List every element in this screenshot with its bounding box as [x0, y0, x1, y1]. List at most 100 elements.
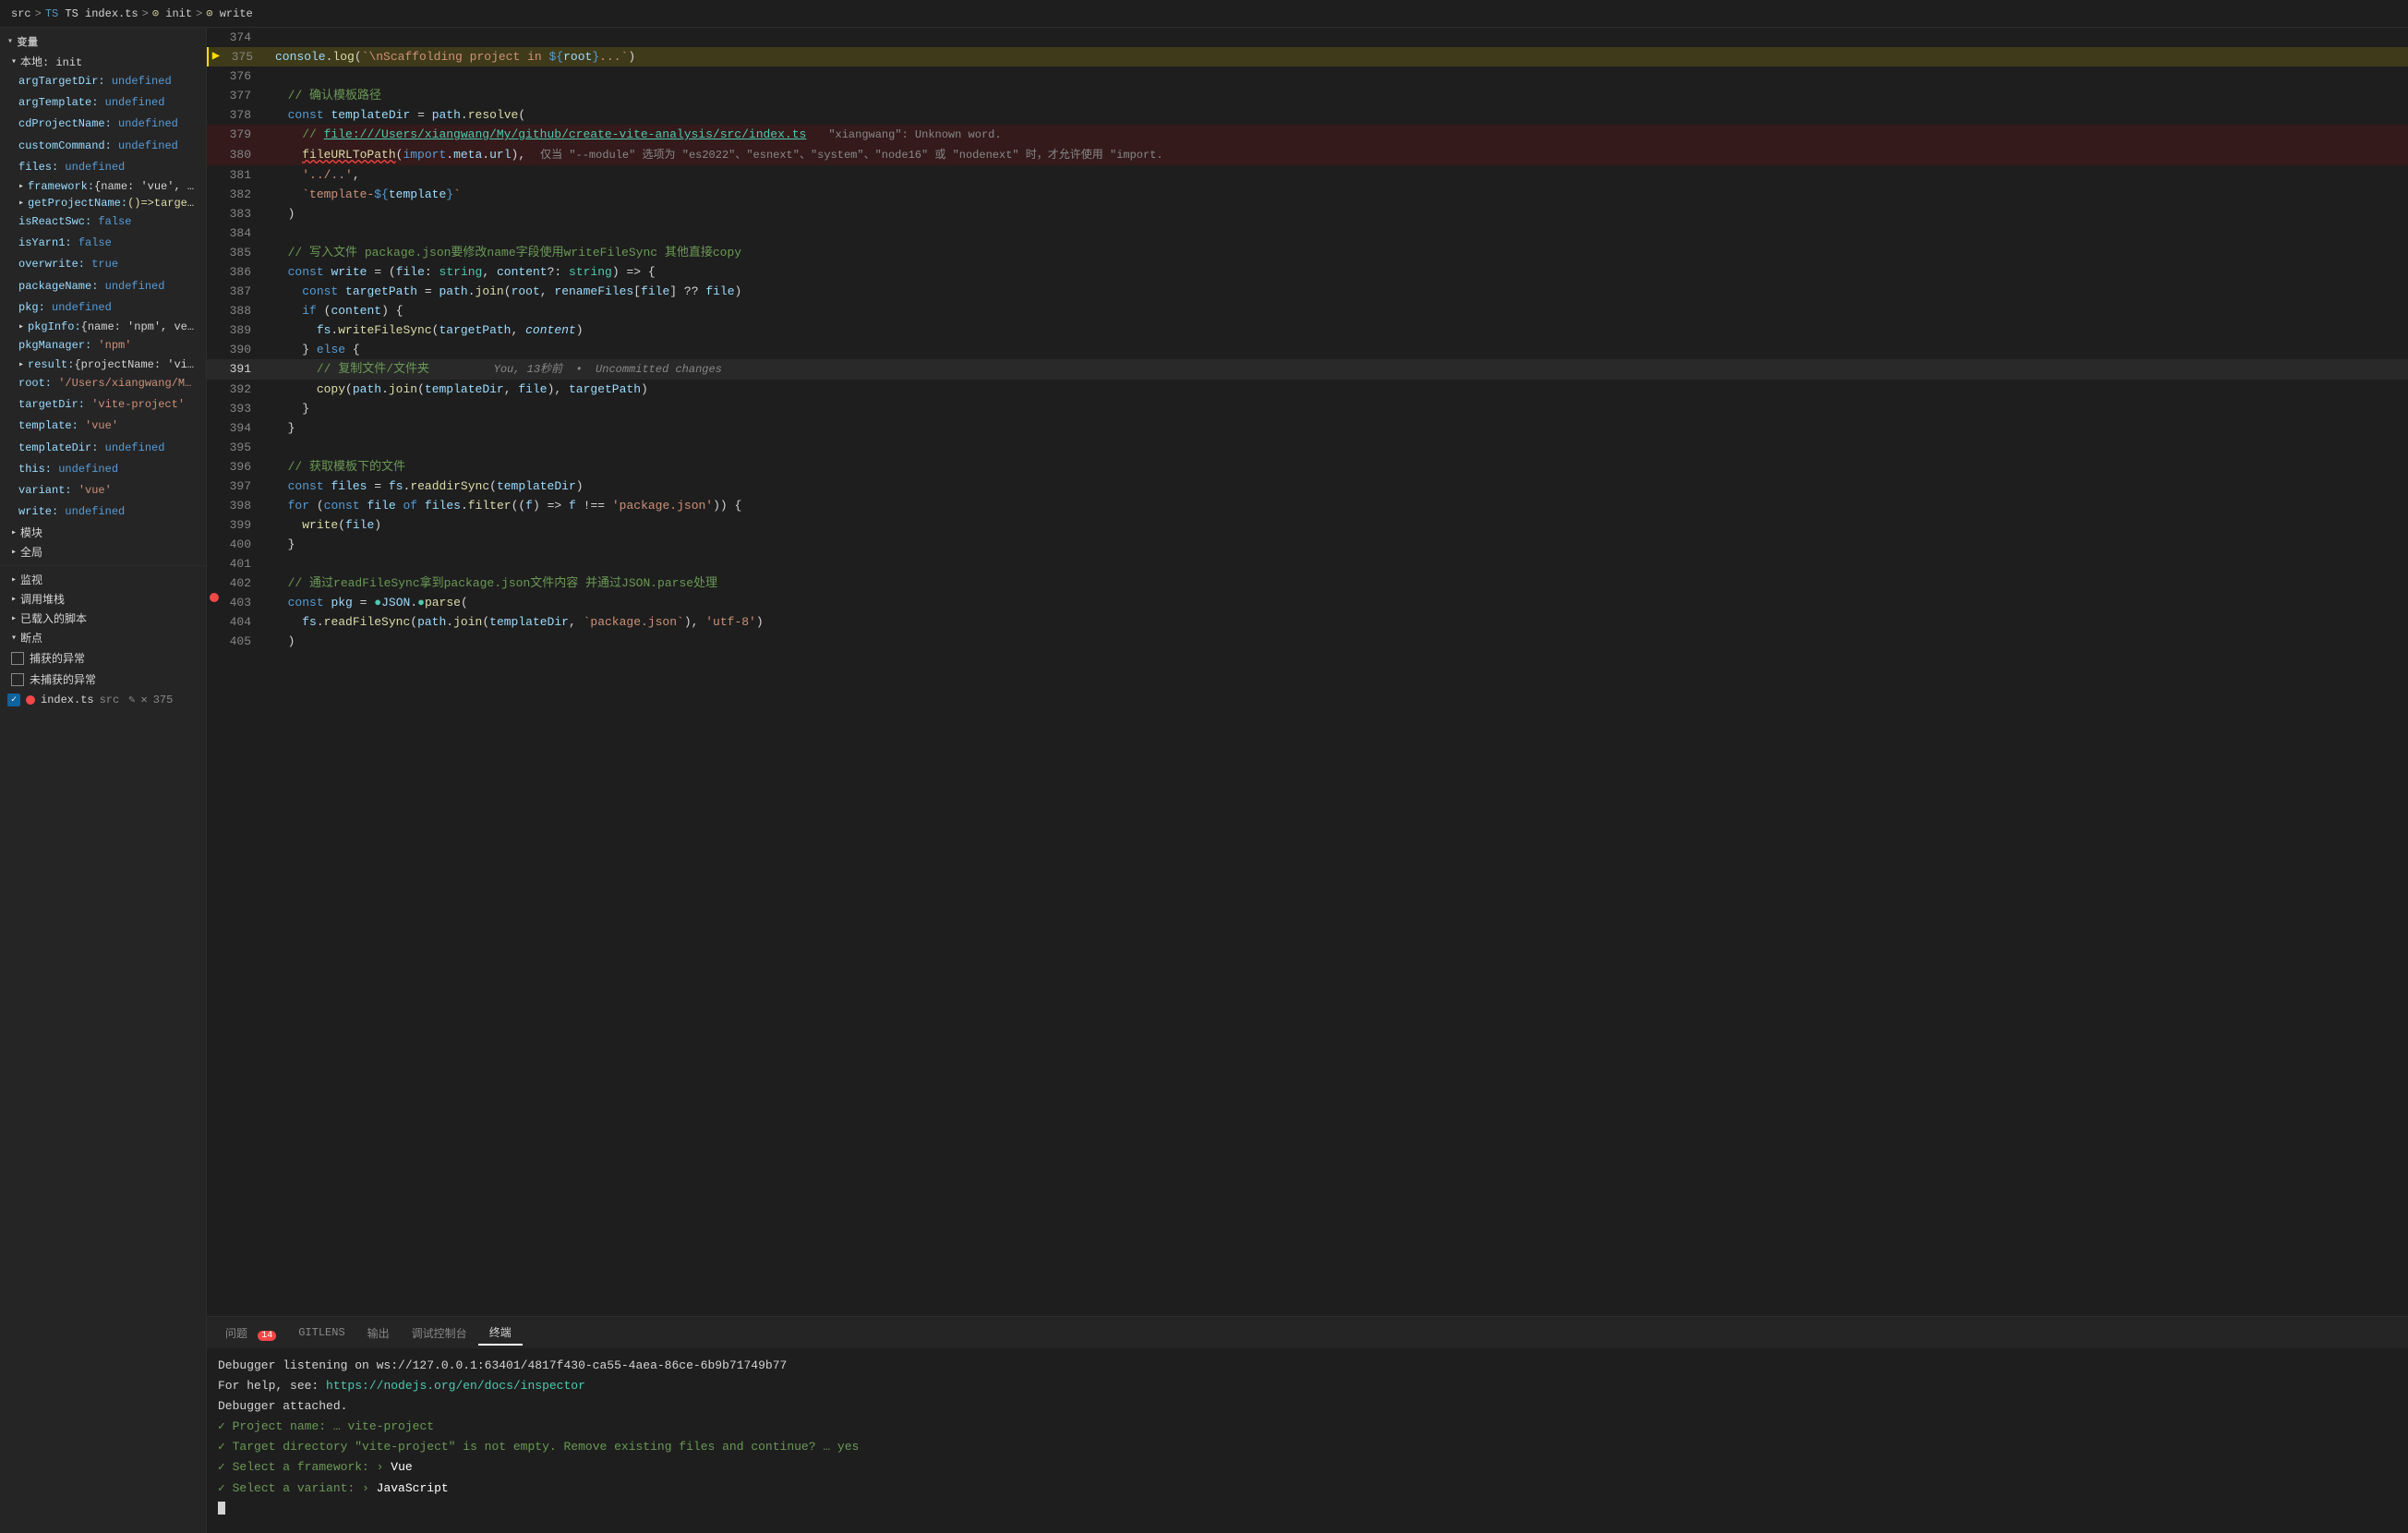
table-row: 400 }	[207, 535, 2408, 554]
line-content-397: const files = fs.readdirSync(templateDir…	[266, 477, 2408, 496]
editor-area: 374 ▶ 375 console.log(`\nScaffolding pro…	[207, 28, 2408, 1533]
line-content-394: }	[266, 418, 2408, 438]
capture-uncaught-checkbox[interactable]: 未捕获的异常	[0, 669, 206, 690]
tab-debug-console[interactable]: 调试控制台	[401, 1322, 478, 1345]
global-header[interactable]: ▸ 全局	[0, 542, 206, 561]
line-content-378: const templateDir = path.resolve(	[266, 105, 2408, 125]
loaded-scripts-header[interactable]: ▸ 已载入的脚本	[0, 609, 206, 628]
line-content-391: // 复制文件/文件夹 You, 13秒前 • Uncommitted chan…	[266, 359, 2408, 380]
table-row: 379 // file:///Users/xiangwang/My/github…	[207, 125, 2408, 145]
table-row: 394 }	[207, 418, 2408, 438]
var-getProjectName-expandable[interactable]: ▸ getProjectName: ()=>targe…	[0, 195, 206, 211]
terminal-cursor	[218, 1502, 225, 1515]
var-framework-expandable[interactable]: ▸ framework: {name: 'vue', …	[0, 178, 206, 195]
table-row: 388 if (content) {	[207, 301, 2408, 320]
tab-output[interactable]: 输出	[356, 1322, 401, 1345]
debug-controls: ▸ 监视 ▸ 调用堆栈 ▸ 已载入的脚本 ▾ 断点 捕获的异常 未捕获的异常	[0, 565, 206, 713]
breakpoint-dot	[26, 695, 35, 705]
terminal-panel[interactable]: Debugger listening on ws://127.0.0.1:634…	[207, 1348, 2408, 1533]
line-content-387: const targetPath = path.join(root, renam…	[266, 282, 2408, 301]
line-num-391: 391	[222, 359, 266, 379]
line-content-398: for (const file of files.filter((f) => f…	[266, 496, 2408, 515]
line-content-375: console.log(`\nScaffolding project in ${…	[268, 47, 2408, 66]
breakpoint-close-icon[interactable]: ✕	[140, 693, 147, 706]
table-row: 404 fs.readFileSync(path.join(templateDi…	[207, 612, 2408, 632]
line-num-398: 398	[222, 496, 266, 515]
breadcrumb-sep3: >	[196, 7, 202, 20]
table-row: 382 `template-${template}`	[207, 185, 2408, 204]
line-num-375: 375	[223, 47, 268, 66]
line-content-386: const write = (file: string, content?: s…	[266, 262, 2408, 282]
var-customCommand: customCommand: undefined	[0, 136, 206, 157]
var-root: root: '/Users/xiangwang/M…	[0, 373, 206, 394]
line-num-383: 383	[222, 204, 266, 223]
var-write: write: undefined	[0, 501, 206, 523]
line-num-388: 388	[222, 301, 266, 320]
variables-header[interactable]: ▾ 变量	[0, 31, 206, 52]
debug-icon-375: ▶	[209, 47, 223, 66]
line-content-380: fileURLToPath(import.meta.url),仅当 "--mod…	[266, 145, 2408, 165]
var-pkgInfo-expandable[interactable]: ▸ pkgInfo: {name: 'npm', ve…	[0, 319, 206, 335]
line-num-402: 402	[222, 573, 266, 593]
code-editor: 374 ▶ 375 console.log(`\nScaffolding pro…	[207, 28, 2408, 1316]
callstack-header[interactable]: ▸ 调用堆栈	[0, 589, 206, 609]
table-row: 384	[207, 223, 2408, 243]
local-group-header[interactable]: ▾ 本地: init	[0, 52, 206, 71]
line-num-393: 393	[222, 399, 266, 418]
problems-badge: 14	[258, 1331, 276, 1341]
line-content-383: )	[266, 204, 2408, 223]
breakpoint-line: 375	[153, 694, 174, 706]
line-num-377: 377	[222, 86, 266, 105]
line-content-389: fs.writeFileSync(targetPath, content)	[266, 320, 2408, 340]
line-num-384: 384	[222, 223, 266, 243]
bottom-section: 问题 14 GITLENS 输出 调试控制台 终端 Debugger list	[207, 1316, 2408, 1533]
tab-terminal[interactable]: 终端	[478, 1321, 523, 1346]
debug-arrow-icon: ▶	[212, 47, 220, 66]
breakpoint-src: src	[100, 694, 120, 706]
table-row: 392 copy(path.join(templateDir, file), t…	[207, 380, 2408, 399]
var-isReactSwc: isReactSwc: false	[0, 211, 206, 233]
table-row: 383 )	[207, 204, 2408, 223]
variables-chevron: ▾	[7, 36, 14, 47]
table-row: 386 const write = (file: string, content…	[207, 262, 2408, 282]
tab-gitlens[interactable]: GITLENS	[287, 1322, 355, 1343]
code-lines[interactable]: 374 ▶ 375 console.log(`\nScaffolding pro…	[207, 28, 2408, 1316]
breakpoint-item[interactable]: index.ts src ✎ ✕ 375	[0, 690, 206, 709]
tab-problems[interactable]: 问题 14	[214, 1322, 287, 1345]
breakpoint-checkbox[interactable]	[7, 694, 20, 706]
line-content-390: } else {	[266, 340, 2408, 359]
terminal-line: ✓ Target directory "vite-project" is not…	[218, 1437, 2397, 1457]
modules-header[interactable]: ▸ 模块	[0, 523, 206, 542]
breakpoint-edit-icon[interactable]: ✎	[128, 693, 135, 706]
line-content-403: const pkg = ●JSON.●parse(	[266, 593, 2408, 612]
breadcrumb-src[interactable]: src	[11, 7, 31, 20]
line-num-382: 382	[222, 185, 266, 204]
table-row: ▶ 375 console.log(`\nScaffolding project…	[207, 47, 2408, 66]
capture-exceptions-box[interactable]	[11, 652, 24, 665]
table-row: 393 }	[207, 399, 2408, 418]
line-num-400: 400	[222, 535, 266, 554]
line-num-378: 378	[222, 105, 266, 125]
table-row: 397 const files = fs.readdirSync(templat…	[207, 477, 2408, 496]
monitor-header[interactable]: ▸ 监视	[0, 570, 206, 589]
line-num-399: 399	[222, 515, 266, 535]
breadcrumb-init[interactable]: ⊙ init	[152, 6, 192, 20]
table-row: 390 } else {	[207, 340, 2408, 359]
table-row: 381 '../..',	[207, 165, 2408, 185]
breadcrumb-ts-file[interactable]: TS TS index.ts	[45, 7, 138, 20]
breadcrumb-write[interactable]: ⊙ write	[206, 6, 252, 20]
line-content-382: `template-${template}`	[266, 185, 2408, 204]
table-row: 396 // 获取模板下的文件	[207, 457, 2408, 477]
capture-exceptions-checkbox[interactable]: 捕获的异常	[0, 647, 206, 669]
line-content-381: '../..',	[266, 165, 2408, 185]
line-content-379: // file:///Users/xiangwang/My/github/cre…	[266, 125, 2408, 145]
var-result-expandable[interactable]: ▸ result: {projectName: 'vi…	[0, 356, 206, 373]
breakpoints-header[interactable]: ▾ 断点	[0, 628, 206, 647]
line-num-403: 403	[222, 593, 266, 612]
capture-uncaught-box[interactable]	[11, 673, 24, 686]
var-variant: variant: 'vue'	[0, 480, 206, 501]
table-row: 387 const targetPath = path.join(root, r…	[207, 282, 2408, 301]
line-content-393: }	[266, 399, 2408, 418]
line-num-385: 385	[222, 243, 266, 262]
table-row: 378 const templateDir = path.resolve(	[207, 105, 2408, 125]
